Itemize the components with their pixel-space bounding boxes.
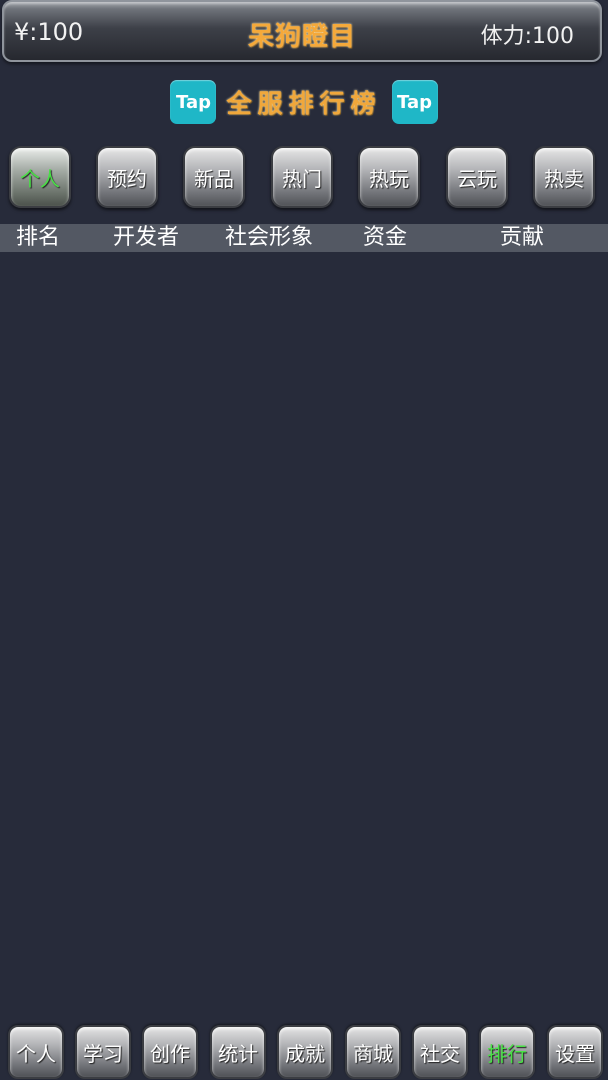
nav-label: 社交 [420,1041,460,1066]
nav-store[interactable]: 商城 [345,1025,401,1079]
tab-label: 新品 [194,166,234,191]
tab-hot-sale[interactable]: 热卖 [533,146,595,208]
bottom-navigation: 个人 学习 创作 统计 成就 商城 社交 排行 设置 [8,1025,604,1079]
nav-create[interactable]: 创作 [142,1025,198,1079]
nav-social[interactable]: 社交 [412,1025,468,1079]
nav-label: 设置 [555,1041,595,1066]
nav-study[interactable]: 学习 [75,1025,131,1079]
nav-label: 学习 [83,1041,123,1066]
nav-label: 个人 [16,1041,56,1066]
nav-achievements[interactable]: 成就 [277,1025,333,1079]
nav-label: 创作 [150,1041,190,1066]
tab-label: 个人 [20,166,60,191]
tab-popular[interactable]: 热门 [271,146,333,208]
column-funds: 资金 [363,225,408,250]
tab-label: 热玩 [369,166,409,191]
nav-personal[interactable]: 个人 [8,1025,64,1079]
column-social-image: 社会形象 [225,225,314,250]
tab-new[interactable]: 新品 [183,146,245,208]
nav-label: 排行 [487,1041,527,1066]
tap-badge-right: Tap [391,80,438,124]
tab-hot-play[interactable]: 热玩 [358,146,420,208]
ranking-category-tabs: 个人 预约 新品 热门 热玩 云玩 热卖 [9,146,601,210]
tap-badge-left: Tap [170,80,217,124]
tab-cloud-play[interactable]: 云玩 [446,146,508,208]
leaderboard-title: 全服排行榜 [226,89,382,118]
column-developer: 开发者 [113,225,180,250]
tab-label: 热卖 [544,166,584,191]
tab-personal[interactable]: 个人 [9,146,71,208]
nav-label: 成就 [285,1041,325,1066]
leaderboard-column-header: 排名 开发者 社会形象 资金 贡献 [0,224,608,252]
tab-label: 预约 [107,166,147,191]
nav-label: 商城 [353,1041,393,1066]
tab-reservation[interactable]: 预约 [96,146,158,208]
column-contribution: 贡献 [500,225,545,250]
tab-label: 云玩 [457,166,497,191]
leaderboard-title-bar: Tap 全服排行榜 Tap [0,80,608,124]
tab-label: 热门 [282,166,322,191]
stamina-display: 体力:100 [480,24,574,49]
nav-ranking[interactable]: 排行 [479,1025,535,1079]
nav-settings[interactable]: 设置 [547,1025,603,1079]
nav-label: 统计 [218,1041,258,1066]
column-rank: 排名 [16,225,61,250]
top-status-bar: ¥:100 呆狗瞪目 体力:100 [2,0,602,62]
nav-statistics[interactable]: 统计 [210,1025,266,1079]
